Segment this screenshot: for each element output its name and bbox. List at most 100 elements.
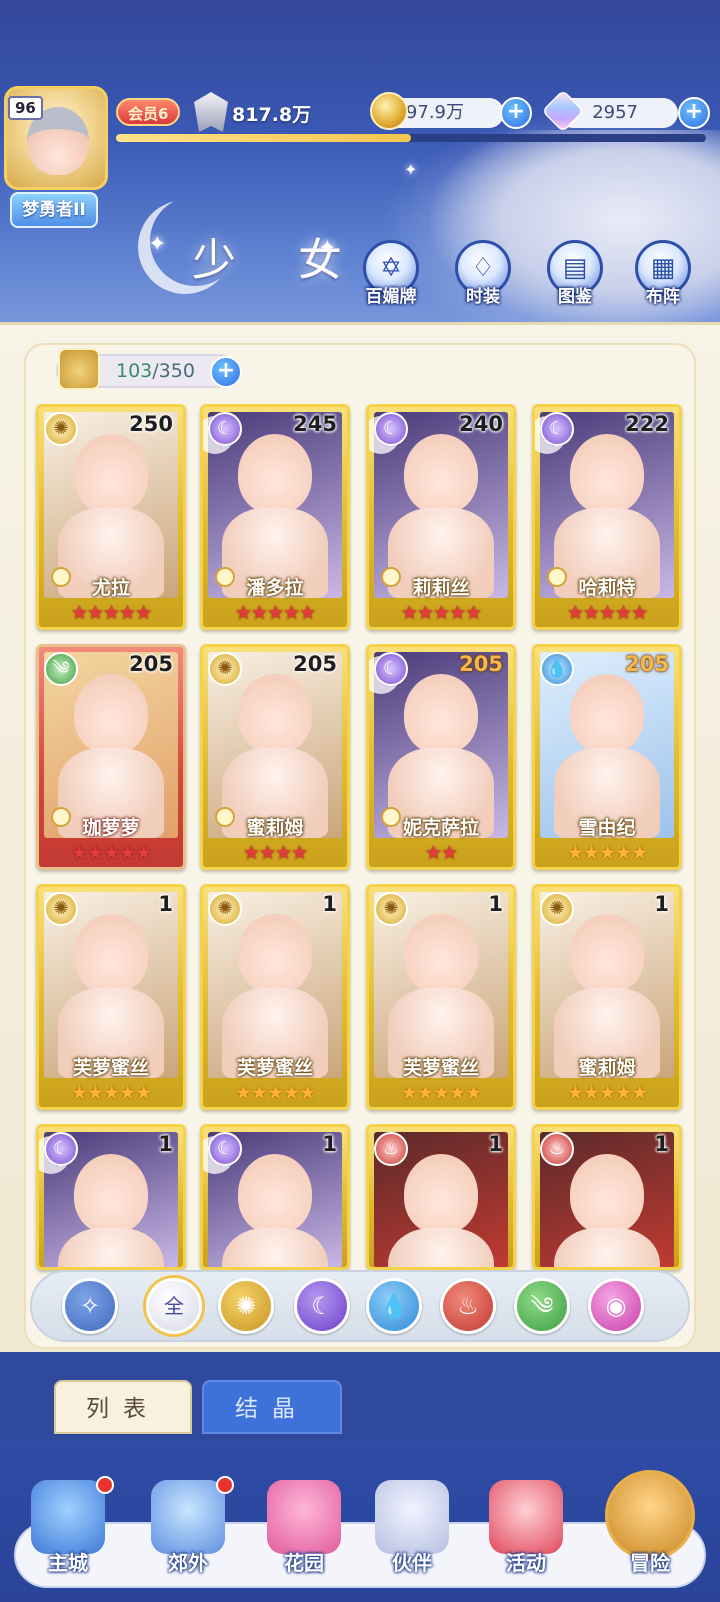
character-card[interactable]: ✺ 205 蜜莉姆 ★★★★ [200, 644, 350, 870]
character-card[interactable]: ☾ 245 潘多拉 ★★★★★ [200, 404, 350, 630]
nav-item-5[interactable]: 冒险 [600, 1470, 700, 1590]
star-rating: ★★★★★ [535, 1082, 679, 1104]
light-element-icon: ✺ [208, 652, 242, 686]
character-card[interactable]: ✺ 1 芙萝蜜丝 ★★★★★ [366, 884, 516, 1110]
star-icon: ★ [119, 602, 136, 624]
tab-crystal[interactable]: 结晶 [202, 1380, 342, 1434]
star-icon: ★ [86, 842, 104, 864]
fire-element-icon: ♨ [540, 1132, 574, 1166]
character-card[interactable]: ✺ 1 芙萝蜜丝 ★★★★★ [200, 884, 350, 1110]
nav-label: 郊外 [168, 1551, 208, 1575]
star-icon: ★ [299, 1082, 316, 1104]
character-name: 妮克萨拉 [402, 817, 479, 839]
character-card[interactable]: ☾ 1 [200, 1124, 350, 1270]
expand-capacity-button[interactable]: + [210, 356, 242, 388]
star-icon: ★ [432, 1082, 450, 1104]
star-icon: ★ [250, 1082, 268, 1104]
star-icon: ★ [86, 1082, 104, 1104]
top-button-gallery[interactable]: ▤ 图鉴 [540, 240, 610, 312]
star-rating: ★★★★★ [369, 602, 513, 624]
character-level: 245 [293, 412, 337, 436]
filter-all-button[interactable]: 全 [146, 1278, 202, 1334]
star-icon: ★ [432, 602, 450, 624]
star-icon: ★ [266, 1082, 284, 1104]
star-icon: ★ [135, 842, 152, 864]
star-icon: ★ [566, 602, 584, 624]
character-level: 240 [459, 412, 503, 436]
nav-item-4[interactable]: 活动 [476, 1480, 576, 1590]
star-icon: ★ [424, 842, 442, 864]
add-gold-button[interactable]: + [500, 97, 532, 129]
gold-coin-icon [370, 92, 408, 130]
star-icon: ★ [416, 1082, 434, 1104]
character-name: 蜜莉姆 [578, 1057, 636, 1079]
nav-item-1[interactable]: 郊外 [138, 1476, 238, 1590]
star-icon: ★ [449, 1082, 466, 1104]
star-icon: ★ [135, 602, 152, 624]
filter-fire-element-button[interactable]: ♨ [440, 1278, 496, 1334]
star-icon: ★ [70, 1082, 88, 1104]
character-card[interactable]: ☾ 205 妮克萨拉 ★★ [366, 644, 516, 870]
player-level-badge: 96 [8, 96, 43, 120]
vip-badge[interactable]: 会员6 [116, 98, 181, 126]
character-level: 250 [129, 412, 173, 436]
star-icon: ★ [449, 602, 466, 624]
star-icon: ★ [465, 602, 482, 624]
top-button-label: 百媚牌 [365, 287, 417, 307]
top-button-formation[interactable]: ▦ 布阵 [628, 240, 698, 312]
character-level: 1 [654, 1132, 669, 1156]
moon-element-icon: ☾ [540, 412, 574, 446]
moon-element-icon: ☾ [374, 652, 408, 686]
sparkle-icon: ✦ [148, 232, 167, 257]
star-icon: ★ [86, 602, 104, 624]
star-icon: ★ [258, 842, 276, 864]
moon-element-icon: ☾ [311, 1292, 333, 1320]
nav-label: 冒险 [630, 1551, 670, 1575]
nav-icon [375, 1480, 449, 1554]
tab-list[interactable]: 列表 [54, 1380, 192, 1434]
star-icon: ★ [234, 602, 252, 624]
nav-item-3[interactable]: 伙伴 [362, 1480, 462, 1590]
star-icon: ★ [465, 1082, 482, 1104]
nav-item-2[interactable]: 花园 [254, 1480, 354, 1590]
character-card[interactable]: ✺ 250 尤拉 ★★★★★ [36, 404, 186, 630]
character-name: 蜜莉姆 [246, 817, 304, 839]
star-icon: ★ [598, 842, 616, 864]
filter-moon-element-button[interactable]: ☾ [294, 1278, 350, 1334]
notification-badge [216, 1476, 234, 1494]
bag-icon [58, 348, 100, 390]
character-card[interactable]: ♨ 1 [366, 1124, 516, 1270]
filter-light-element-button[interactable]: ✺ [218, 1278, 274, 1334]
player-name[interactable]: 梦勇者II [10, 192, 98, 228]
character-card[interactable]: ☾ 1 [36, 1124, 186, 1270]
light-element-icon: ✺ [540, 892, 574, 926]
filter-star-element-button[interactable]: ◉ [588, 1278, 644, 1334]
top-button-label: 布阵 [646, 287, 680, 307]
roster-max: /350 [152, 360, 195, 382]
character-level: 1 [488, 892, 503, 916]
star-element-icon: ◉ [605, 1292, 627, 1320]
top-button-costume[interactable]: ♢ 时装 [448, 240, 518, 312]
nav-item-0[interactable]: 主城 [18, 1476, 118, 1590]
filter-wind-element-button[interactable]: ༄ [514, 1278, 570, 1334]
add-gems-button[interactable]: + [678, 97, 710, 129]
character-card[interactable]: ✺ 1 蜜莉姆 ★★★★★ [532, 884, 682, 1110]
fire-element-icon: ♨ [374, 1132, 408, 1166]
character-card[interactable]: ♨ 1 [532, 1124, 682, 1270]
nav-label: 伙伴 [392, 1551, 432, 1575]
character-level: 1 [488, 1132, 503, 1156]
character-card[interactable]: ☾ 222 哈莉特 ★★★★★ [532, 404, 682, 630]
character-card[interactable]: 💧 205 雪由纪 ★★★★★ [532, 644, 682, 870]
star-icon: ★ [299, 602, 316, 624]
character-name: 雪由纪 [578, 817, 636, 839]
star-icon: ★ [119, 842, 136, 864]
filter-collapse-button[interactable]: ✧ [62, 1278, 118, 1334]
character-card[interactable]: ༄ 205 珈萝萝 ★★★★★ [36, 644, 186, 870]
character-card[interactable]: ✺ 1 芙萝蜜丝 ★★★★★ [36, 884, 186, 1110]
character-name: 莉莉丝 [412, 577, 470, 599]
top-button-baimei-card[interactable]: ✡ 百媚牌 [356, 240, 426, 312]
star-icon: ★ [631, 602, 648, 624]
character-card[interactable]: ☾ 240 莉莉丝 ★★★★★ [366, 404, 516, 630]
filter-water-element-button[interactable]: 💧 [366, 1278, 422, 1334]
character-level: 205 [459, 652, 503, 676]
